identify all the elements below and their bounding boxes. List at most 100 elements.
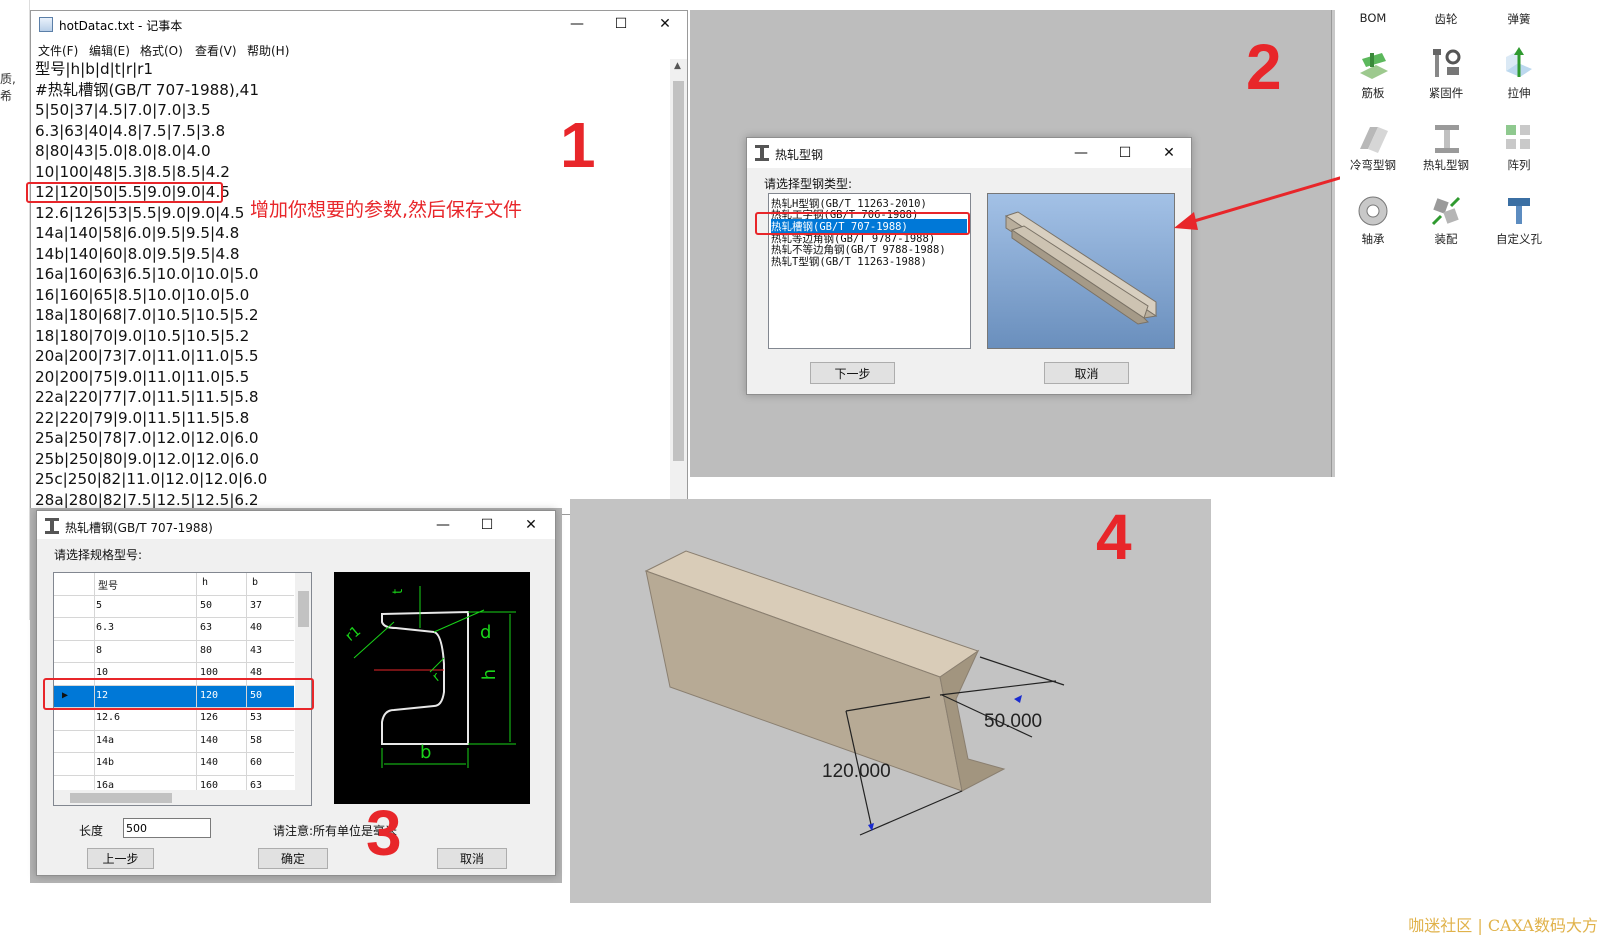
panel-divider	[1331, 10, 1335, 477]
extrude-icon[interactable]	[1502, 47, 1536, 81]
dialog-titlebar[interactable]: 热轧型钢 — ☐ ✕	[747, 138, 1191, 168]
text-line[interactable]: 25a|250|78|7.0|12.0|12.0|6.0	[35, 428, 671, 449]
toolbar-label-spring[interactable]: 弹簧	[1484, 11, 1554, 27]
ok-button[interactable]: 确定	[258, 848, 328, 869]
next-button[interactable]: 下一步	[810, 362, 895, 384]
table-row[interactable]: 5 50 37	[54, 596, 294, 618]
prev-button[interactable]: 上一步	[87, 848, 154, 869]
text-line[interactable]: 20a|200|73|7.0|11.0|11.0|5.5	[35, 346, 671, 367]
notepad-scrollbar[interactable]: ▲	[670, 59, 687, 514]
table-cell: 6.3	[96, 622, 115, 633]
dialog-titlebar[interactable]: 热轧槽钢(GB/T 707-1988) — ☐ ✕	[37, 511, 555, 539]
table-row[interactable]: 12.6 126 53	[54, 708, 294, 731]
toolbar-label-extrude[interactable]: 拉伸	[1484, 85, 1554, 101]
length-label: 长度	[79, 824, 104, 838]
menu-file[interactable]: 文件(F)	[38, 42, 78, 59]
toolbar-label-bom[interactable]: BOM	[1338, 11, 1408, 25]
section-drawing-icon	[353, 586, 516, 768]
text-line[interactable]: 18|180|70|9.0|10.5|10.5|5.2	[35, 326, 671, 347]
grid-header: 型号 h b	[54, 573, 294, 596]
text-line[interactable]: 25b|250|80|9.0|12.0|12.0|6.0	[35, 449, 671, 470]
column-header[interactable]: b	[252, 577, 258, 588]
text-line[interactable]: 16|160|65|8.5|10.0|10.0|5.0	[35, 285, 671, 306]
maximize-button[interactable]: ☐	[465, 512, 509, 538]
dimension-width: 50.000	[984, 711, 1043, 732]
rib-icon[interactable]	[1356, 47, 1390, 81]
minimize-button[interactable]: —	[555, 11, 599, 37]
cancel-button[interactable]: 取消	[1044, 362, 1129, 384]
hot-rolled-steel-icon[interactable]	[1429, 121, 1463, 155]
table-row[interactable]: 14a 140 58	[54, 731, 294, 753]
table-row[interactable]: 14b 140 60	[54, 753, 294, 776]
toolbar-label-array[interactable]: 阵列	[1484, 157, 1554, 173]
step-number-1: 1	[560, 109, 596, 181]
maximize-button[interactable]: ☐	[1103, 140, 1147, 166]
menu-help[interactable]: 帮助(H)	[247, 42, 289, 59]
dialog-title: 热轧槽钢(GB/T 707-1988)	[65, 521, 213, 535]
table-cell: 63	[250, 779, 263, 791]
toolbar-label-hot-rolled[interactable]: 热轧型钢	[1411, 157, 1481, 173]
toolbar-label-custom-hole[interactable]: 自定义孔	[1484, 231, 1554, 247]
minimize-button[interactable]: —	[1059, 140, 1103, 166]
table-cell: 100	[200, 667, 219, 678]
table-cell: 63	[200, 622, 213, 633]
toolbar-label-gear[interactable]: 齿轮	[1411, 11, 1481, 27]
cad-toolbar: BOM 齿轮 弹簧 筋板 紧固件 拉伸 冷弯型钢 热轧型钢 阵列 轴承 装配 自…	[1340, 0, 1608, 260]
close-button[interactable]: ✕	[509, 512, 553, 538]
array-icon[interactable]	[1502, 121, 1536, 155]
text-line[interactable]: 22|220|79|9.0|11.5|11.5|5.8	[35, 408, 671, 429]
bearing-icon[interactable]	[1356, 194, 1390, 228]
toolbar-label-fastener[interactable]: 紧固件	[1411, 85, 1481, 101]
table-cell: 10	[96, 667, 109, 678]
cold-formed-steel-icon[interactable]	[1356, 121, 1390, 155]
menu-format[interactable]: 格式(O)	[140, 42, 183, 59]
menu-view[interactable]: 查看(V)	[195, 42, 237, 59]
table-cell: 5	[96, 599, 103, 611]
text-line[interactable]: 18a|180|68|7.0|10.5|10.5|5.2	[35, 305, 671, 326]
text-line[interactable]: 14b|140|60|8.0|9.5|9.5|4.8	[35, 244, 671, 265]
text-line[interactable]: #热轧槽钢(GB/T 707-1988),41	[35, 80, 671, 101]
notepad-menubar: 文件(F) 编辑(E) 格式(O) 查看(V) 帮助(H)	[31, 39, 687, 59]
table-row[interactable]: 8 80 43	[54, 641, 294, 663]
table-cell: 50	[200, 599, 213, 611]
scroll-thumb[interactable]	[673, 81, 684, 461]
text-line[interactable]: 14a|140|58|6.0|9.5|9.5|4.8	[35, 223, 671, 244]
list-item[interactable]: 热轧T型钢(GB/T 11263-1988)	[771, 254, 927, 269]
toolbar-label-cold-formed[interactable]: 冷弯型钢	[1338, 157, 1408, 173]
maximize-button[interactable]: ☐	[599, 11, 643, 37]
dialog-prompt: 请选择规格型号:	[54, 548, 143, 562]
dialog-prompt: 请选择型钢类型:	[764, 177, 853, 191]
toolbar-label-bearing[interactable]: 轴承	[1338, 231, 1408, 247]
text-line[interactable]: 20|200|75|9.0|11.0|11.0|5.5	[35, 367, 671, 388]
dimension-height: 120.000	[822, 761, 891, 782]
menu-edit[interactable]: 编辑(E)	[89, 42, 130, 59]
steel-preview	[987, 193, 1175, 349]
table-cell: 80	[200, 644, 213, 656]
label-h: h	[479, 668, 501, 681]
i-beam-icon	[45, 518, 59, 534]
close-button[interactable]: ✕	[643, 11, 687, 37]
table-row[interactable]: 6.3 63 40	[54, 618, 294, 641]
toolbar-label-rib[interactable]: 筋板	[1338, 85, 1408, 101]
table-cell: 8	[96, 644, 103, 656]
text-line[interactable]: 型号|h|b|d|t|r|r1	[35, 59, 671, 80]
cancel-button[interactable]: 取消	[437, 848, 507, 869]
grid-hscrollbar[interactable]	[54, 790, 311, 805]
background-window-edge: 质, 希	[0, 0, 30, 620]
text-line[interactable]: 22a|220|77|7.0|11.5|11.5|5.8	[35, 387, 671, 408]
length-input[interactable]	[123, 818, 211, 838]
custom-hole-icon[interactable]	[1502, 194, 1536, 228]
i-beam-icon	[755, 145, 769, 161]
column-header[interactable]: h	[202, 577, 208, 588]
fastener-icon[interactable]	[1429, 47, 1463, 81]
column-header[interactable]: 型号	[98, 577, 118, 592]
notepad-titlebar[interactable]: hotDatac.txt - 记事本 — ☐ ✕	[31, 11, 687, 38]
scroll-up-icon[interactable]: ▲	[674, 61, 681, 71]
toolbar-label-assembly[interactable]: 装配	[1411, 231, 1481, 247]
minimize-button[interactable]: —	[421, 512, 465, 538]
table-cell: 14b	[96, 757, 115, 768]
assembly-icon[interactable]	[1429, 194, 1463, 228]
text-line[interactable]: 16a|160|63|6.5|10.0|10.0|5.0	[35, 264, 671, 285]
steel-type-dialog: 热轧型钢 — ☐ ✕ 请选择型钢类型: 热轧H型钢(GB/T 11263-201…	[746, 137, 1192, 395]
text-line[interactable]: 25c|250|82|11.0|12.0|12.0|6.0	[35, 469, 671, 490]
